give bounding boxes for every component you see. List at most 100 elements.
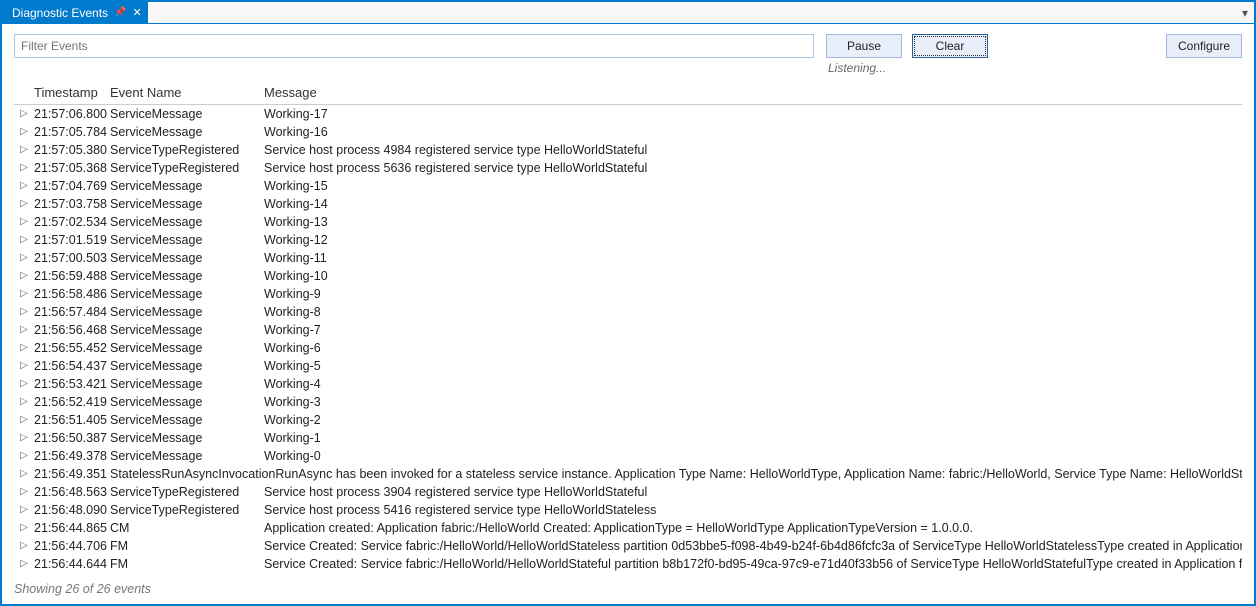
cell-event-name: CM	[110, 519, 264, 537]
expander-icon[interactable]: ▷	[14, 483, 34, 501]
tab-bar: Diagnostic Events 📌 ✕ ▾	[2, 2, 1254, 24]
cell-message: Service Created: Service fabric:/HelloWo…	[264, 555, 1242, 573]
expander-icon[interactable]: ▷	[14, 447, 34, 465]
cell-event-name: ServiceTypeRegistered	[110, 141, 264, 159]
cell-event-name: ServiceMessage	[110, 231, 264, 249]
cell-event-name: ServiceMessage	[110, 195, 264, 213]
tab-bar-menu-icon[interactable]: ▾	[1236, 2, 1254, 23]
expander-icon[interactable]: ▷	[14, 177, 34, 195]
expander-icon[interactable]: ▷	[14, 555, 34, 573]
table-row[interactable]: ▷21:57:00.503ServiceMessageWorking-11	[14, 249, 1242, 267]
expander-icon[interactable]: ▷	[14, 501, 34, 519]
cell-event-name: ServiceMessage	[110, 321, 264, 339]
table-row[interactable]: ▷21:57:05.784ServiceMessageWorking-16	[14, 123, 1242, 141]
cell-event-name: ServiceMessage	[110, 303, 264, 321]
cell-message: Working-0	[264, 447, 1242, 465]
expander-icon[interactable]: ▷	[14, 231, 34, 249]
grid-body[interactable]: ▷21:57:06.800ServiceMessageWorking-17▷21…	[14, 105, 1242, 576]
cell-event-name: ServiceTypeRegistered	[110, 483, 264, 501]
tab-diagnostic-events[interactable]: Diagnostic Events 📌 ✕	[2, 2, 148, 23]
toolbar: Pause Clear Listening... Configure	[2, 24, 1254, 77]
table-row[interactable]: ▷21:57:01.519ServiceMessageWorking-12	[14, 231, 1242, 249]
cell-timestamp: 21:56:48.563	[34, 483, 110, 501]
expander-icon[interactable]: ▷	[14, 375, 34, 393]
table-row[interactable]: ▷21:57:03.758ServiceMessageWorking-14	[14, 195, 1242, 213]
col-header-message[interactable]: Message	[264, 85, 1242, 100]
cell-message: Working-17	[264, 105, 1242, 123]
table-row[interactable]: ▷21:57:05.380ServiceTypeRegisteredServic…	[14, 141, 1242, 159]
close-icon[interactable]: ✕	[133, 6, 142, 19]
cell-message: Working-10	[264, 267, 1242, 285]
expander-icon[interactable]: ▷	[14, 123, 34, 141]
cell-timestamp: 21:56:51.405	[34, 411, 110, 429]
table-row[interactable]: ▷21:57:04.769ServiceMessageWorking-15	[14, 177, 1242, 195]
expander-icon[interactable]: ▷	[14, 267, 34, 285]
tab-title: Diagnostic Events	[12, 6, 108, 20]
cell-message: Working-13	[264, 213, 1242, 231]
cell-timestamp: 21:57:04.769	[34, 177, 110, 195]
cell-message: Working-1	[264, 429, 1242, 447]
table-row[interactable]: ▷21:56:49.351StatelessRunAsyncInvocation…	[14, 465, 1242, 483]
expander-icon[interactable]: ▷	[14, 213, 34, 231]
expander-icon[interactable]: ▷	[14, 357, 34, 375]
table-row[interactable]: ▷21:56:44.865CMApplication created: Appl…	[14, 519, 1242, 537]
cell-message: Service Created: Service fabric:/HelloWo…	[264, 537, 1242, 555]
table-row[interactable]: ▷21:56:53.421ServiceMessageWorking-4	[14, 375, 1242, 393]
expander-icon[interactable]: ▷	[14, 465, 34, 483]
col-header-event-name[interactable]: Event Name	[110, 85, 264, 100]
col-header-timestamp[interactable]: Timestamp	[34, 85, 110, 100]
cell-timestamp: 21:57:01.519	[34, 231, 110, 249]
cell-timestamp: 21:56:59.488	[34, 267, 110, 285]
grid-header: Timestamp Event Name Message	[14, 83, 1242, 105]
cell-event-name: ServiceMessage	[110, 105, 264, 123]
expander-icon[interactable]: ▷	[14, 411, 34, 429]
cell-message: Working-15	[264, 177, 1242, 195]
cell-timestamp: 21:56:54.437	[34, 357, 110, 375]
cell-timestamp: 21:56:57.484	[34, 303, 110, 321]
cell-timestamp: 21:56:50.387	[34, 429, 110, 447]
expander-icon[interactable]: ▷	[14, 303, 34, 321]
expander-icon[interactable]: ▷	[14, 537, 34, 555]
expander-icon[interactable]: ▷	[14, 195, 34, 213]
clear-button[interactable]: Clear	[912, 34, 988, 58]
table-row[interactable]: ▷21:56:44.706FMService Created: Service …	[14, 537, 1242, 555]
table-row[interactable]: ▷21:56:54.437ServiceMessageWorking-5	[14, 357, 1242, 375]
expander-icon[interactable]: ▷	[14, 429, 34, 447]
table-row[interactable]: ▷21:56:51.405ServiceMessageWorking-2	[14, 411, 1242, 429]
expander-icon[interactable]: ▷	[14, 105, 34, 123]
table-row[interactable]: ▷21:56:50.387ServiceMessageWorking-1	[14, 429, 1242, 447]
table-row[interactable]: ▷21:56:48.090ServiceTypeRegisteredServic…	[14, 501, 1242, 519]
cell-message: Application created: Application fabric:…	[264, 519, 1242, 537]
expander-icon[interactable]: ▷	[14, 321, 34, 339]
filter-events-input[interactable]	[14, 34, 814, 58]
cell-message: Service host process 5636 registered ser…	[264, 159, 1242, 177]
expander-icon[interactable]: ▷	[14, 159, 34, 177]
table-row[interactable]: ▷21:56:49.378ServiceMessageWorking-0	[14, 447, 1242, 465]
table-row[interactable]: ▷21:56:57.484ServiceMessageWorking-8	[14, 303, 1242, 321]
cell-timestamp: 21:56:53.421	[34, 375, 110, 393]
table-row[interactable]: ▷21:57:02.534ServiceMessageWorking-13	[14, 213, 1242, 231]
cell-event-name: ServiceMessage	[110, 285, 264, 303]
table-row[interactable]: ▷21:57:05.368ServiceTypeRegisteredServic…	[14, 159, 1242, 177]
configure-button[interactable]: Configure	[1166, 34, 1242, 58]
table-row[interactable]: ▷21:56:52.419ServiceMessageWorking-3	[14, 393, 1242, 411]
expander-icon[interactable]: ▷	[14, 249, 34, 267]
table-row[interactable]: ▷21:56:44.644FMService Created: Service …	[14, 555, 1242, 573]
expander-icon[interactable]: ▷	[14, 285, 34, 303]
cell-timestamp: 21:56:56.468	[34, 321, 110, 339]
table-row[interactable]: ▷21:56:59.488ServiceMessageWorking-10	[14, 267, 1242, 285]
pause-button[interactable]: Pause	[826, 34, 902, 58]
expander-icon[interactable]: ▷	[14, 339, 34, 357]
cell-message: Working-8	[264, 303, 1242, 321]
expander-icon[interactable]: ▷	[14, 141, 34, 159]
cell-message: Service host process 5416 registered ser…	[264, 501, 1242, 519]
listening-status: Listening...	[826, 61, 886, 75]
table-row[interactable]: ▷21:56:58.486ServiceMessageWorking-9	[14, 285, 1242, 303]
table-row[interactable]: ▷21:56:48.563ServiceTypeRegisteredServic…	[14, 483, 1242, 501]
expander-icon[interactable]: ▷	[14, 519, 34, 537]
pin-icon[interactable]: 📌	[114, 7, 126, 18]
table-row[interactable]: ▷21:56:56.468ServiceMessageWorking-7	[14, 321, 1242, 339]
table-row[interactable]: ▷21:56:55.452ServiceMessageWorking-6	[14, 339, 1242, 357]
expander-icon[interactable]: ▷	[14, 393, 34, 411]
table-row[interactable]: ▷21:57:06.800ServiceMessageWorking-17	[14, 105, 1242, 123]
